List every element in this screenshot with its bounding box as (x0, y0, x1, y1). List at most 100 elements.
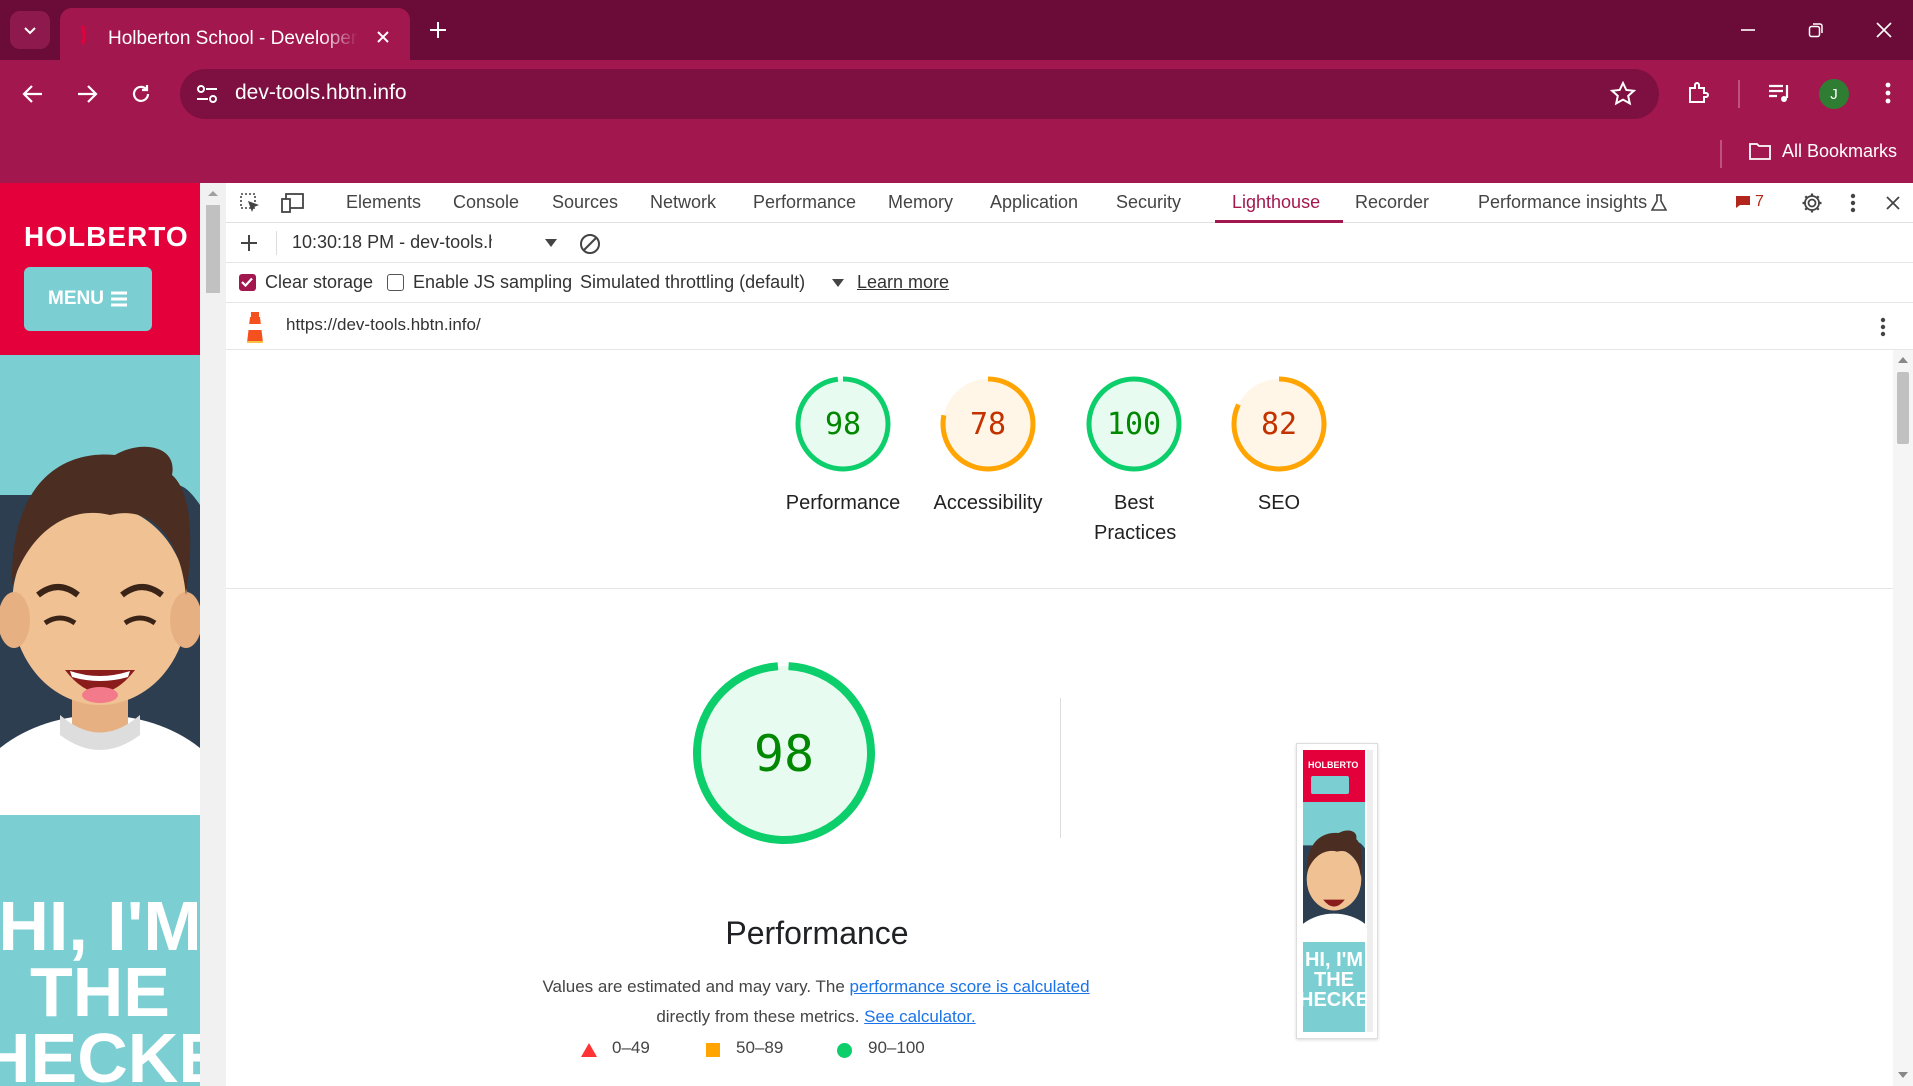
hero-line: THE (30, 953, 170, 1031)
profile-avatar[interactable]: J (1819, 79, 1849, 109)
scroll-up-icon (208, 191, 218, 196)
all-bookmarks-button[interactable]: All Bookmarks (1748, 136, 1897, 166)
new-report-plus-icon[interactable] (240, 234, 258, 252)
back-button[interactable] (15, 76, 51, 112)
browser-window: Holberton School - Developer tools (0, 0, 1913, 1086)
scroll-up-icon (1898, 357, 1908, 363)
puzzle-icon (1689, 82, 1709, 103)
minimize-button[interactable] (1730, 14, 1766, 46)
devtools-tab-security[interactable]: Security (1116, 192, 1181, 213)
fail-triangle-icon (581, 1043, 597, 1057)
learn-more-link[interactable]: Learn more (857, 272, 949, 293)
address-bar[interactable]: dev-tools.hbtn.info (180, 69, 1659, 119)
js-sampling-checkbox[interactable] (387, 274, 404, 291)
new-tab-button[interactable] (424, 16, 452, 44)
score-gauge-performance[interactable]: 98 Performance (773, 374, 913, 518)
close-tab-button[interactable] (370, 24, 396, 50)
legend-fail-range: 0–49 (612, 1038, 650, 1057)
hero-line: HI, I'M (0, 887, 200, 965)
clear-block-icon[interactable] (579, 233, 601, 255)
scroll-down-icon (1898, 1072, 1908, 1078)
report-selector[interactable]: 10:30:18 PM - dev-tools.hbtn.info (292, 232, 492, 253)
thumb-character-icon (1303, 830, 1365, 982)
scrollbar-thumb[interactable] (206, 205, 220, 293)
performance-score-gauge: 98 (693, 662, 875, 844)
bookmarks-divider (1720, 140, 1722, 168)
vertical-divider (1060, 698, 1061, 838)
devtools-tab-elements[interactable]: Elements (346, 192, 421, 213)
issues-counter[interactable]: 7 (1735, 193, 1764, 211)
devtools-tab-application[interactable]: Application (990, 192, 1078, 213)
dropdown-triangle-icon[interactable] (832, 279, 844, 287)
more-vertical-icon (1885, 82, 1891, 104)
extensions-button[interactable] (1684, 78, 1714, 108)
dropdown-triangle-icon[interactable] (545, 239, 557, 247)
devtools-tabbar: Elements Console Sources Network Perform… (226, 183, 1913, 223)
final-screenshot-thumbnail[interactable]: HOLBERTO HI, I'M THE HECKE (1296, 743, 1378, 1039)
lighthouse-toolbar: 10:30:18 PM - dev-tools.hbtn.info (226, 223, 1913, 263)
more-vertical-icon (1850, 193, 1856, 213)
forward-button[interactable] (69, 76, 105, 112)
site-logo[interactable]: HOLBERTO (24, 221, 189, 253)
report-url-bar: https://dev-tools.hbtn.info/ (226, 303, 1913, 350)
devtools-tab-performance-insights[interactable]: Performance insights (1478, 192, 1647, 213)
devtools-tab-performance[interactable]: Performance (753, 192, 856, 213)
desc-text: Values are estimated and may vary. The (542, 977, 850, 996)
gauge-ring: 78 (940, 376, 1036, 472)
throttling-select[interactable]: Simulated throttling (default) (580, 272, 805, 293)
clear-storage-checkbox[interactable] (239, 274, 256, 291)
desc-text: directly from these metrics. (656, 1007, 865, 1026)
devtools-more-button[interactable] (1840, 190, 1866, 216)
devtools-settings-button[interactable] (1799, 190, 1825, 216)
devtools-tab-recorder[interactable]: Recorder (1355, 192, 1429, 213)
thumb-hero-line: HI, I'M (1304, 949, 1364, 971)
more-vertical-icon[interactable] (1880, 317, 1886, 337)
gauge-score: 78 (970, 407, 1006, 442)
thumb-hero-line: THE (1314, 969, 1354, 991)
gauge-ring: 98 (795, 376, 891, 472)
thumb-hero-line: HECKE (1303, 989, 1365, 1011)
score-gauge-accessibility[interactable]: 78 Accessibility (918, 374, 1058, 518)
close-window-button[interactable] (1866, 14, 1902, 46)
website-scrollbar[interactable] (200, 183, 226, 1086)
devtools-tab-console[interactable]: Console (453, 192, 519, 213)
score-gauge-best-practices[interactable]: 100 Best Practices (1064, 374, 1204, 548)
devtools-tab-sources[interactable]: Sources (552, 192, 618, 213)
device-mode-icon (281, 193, 304, 213)
inspect-element-button[interactable] (237, 190, 263, 216)
site-info-icon (197, 85, 217, 103)
website-viewport: HOLBERTO MENU HI, I'M THE HECK (0, 183, 200, 1086)
plus-icon (430, 22, 446, 38)
thumb-scrollbar (1367, 750, 1373, 1032)
score-gauge-seo[interactable]: 82 SEO (1209, 374, 1349, 518)
report-scrollbar[interactable] (1893, 350, 1913, 1086)
device-toolbar-button[interactable] (280, 190, 306, 216)
media-controls-button[interactable] (1764, 78, 1794, 108)
browser-tab-active[interactable]: Holberton School - Developer tools (60, 8, 410, 60)
queue-music-icon (1769, 84, 1789, 102)
see-calculator-link[interactable]: See calculator. (864, 1007, 976, 1026)
tab-search-button[interactable] (10, 11, 50, 49)
all-bookmarks-label: All Bookmarks (1782, 140, 1898, 161)
gauge-score: 82 (1261, 407, 1297, 442)
devtools-tab-memory[interactable]: Memory (888, 192, 953, 213)
minimize-icon (1741, 29, 1755, 31)
performance-score-link[interactable]: performance score is calculated (850, 977, 1090, 996)
close-icon (1886, 196, 1900, 210)
restore-button[interactable] (1798, 14, 1834, 46)
gauge-label: SEO (1257, 492, 1301, 514)
close-devtools-button[interactable] (1880, 190, 1906, 216)
browser-menu-button[interactable] (1873, 78, 1903, 108)
hero-character-illustration (0, 446, 200, 815)
reload-button[interactable] (123, 76, 159, 112)
tab-title: Holberton School - Developer tools (108, 28, 358, 49)
devtools-tab-lighthouse[interactable]: Lighthouse (1232, 192, 1320, 213)
thumb-menu (1311, 776, 1349, 794)
thumb-logo: HOLBERTO (1308, 760, 1359, 770)
gear-icon (1802, 193, 1822, 213)
devtools-tab-network[interactable]: Network (650, 192, 716, 213)
scrollbar-thumb[interactable] (1897, 372, 1909, 444)
legend-average-range: 50–89 (736, 1038, 784, 1057)
site-menu-button[interactable]: MENU (24, 267, 152, 331)
bookmark-star-icon[interactable] (1610, 81, 1636, 107)
